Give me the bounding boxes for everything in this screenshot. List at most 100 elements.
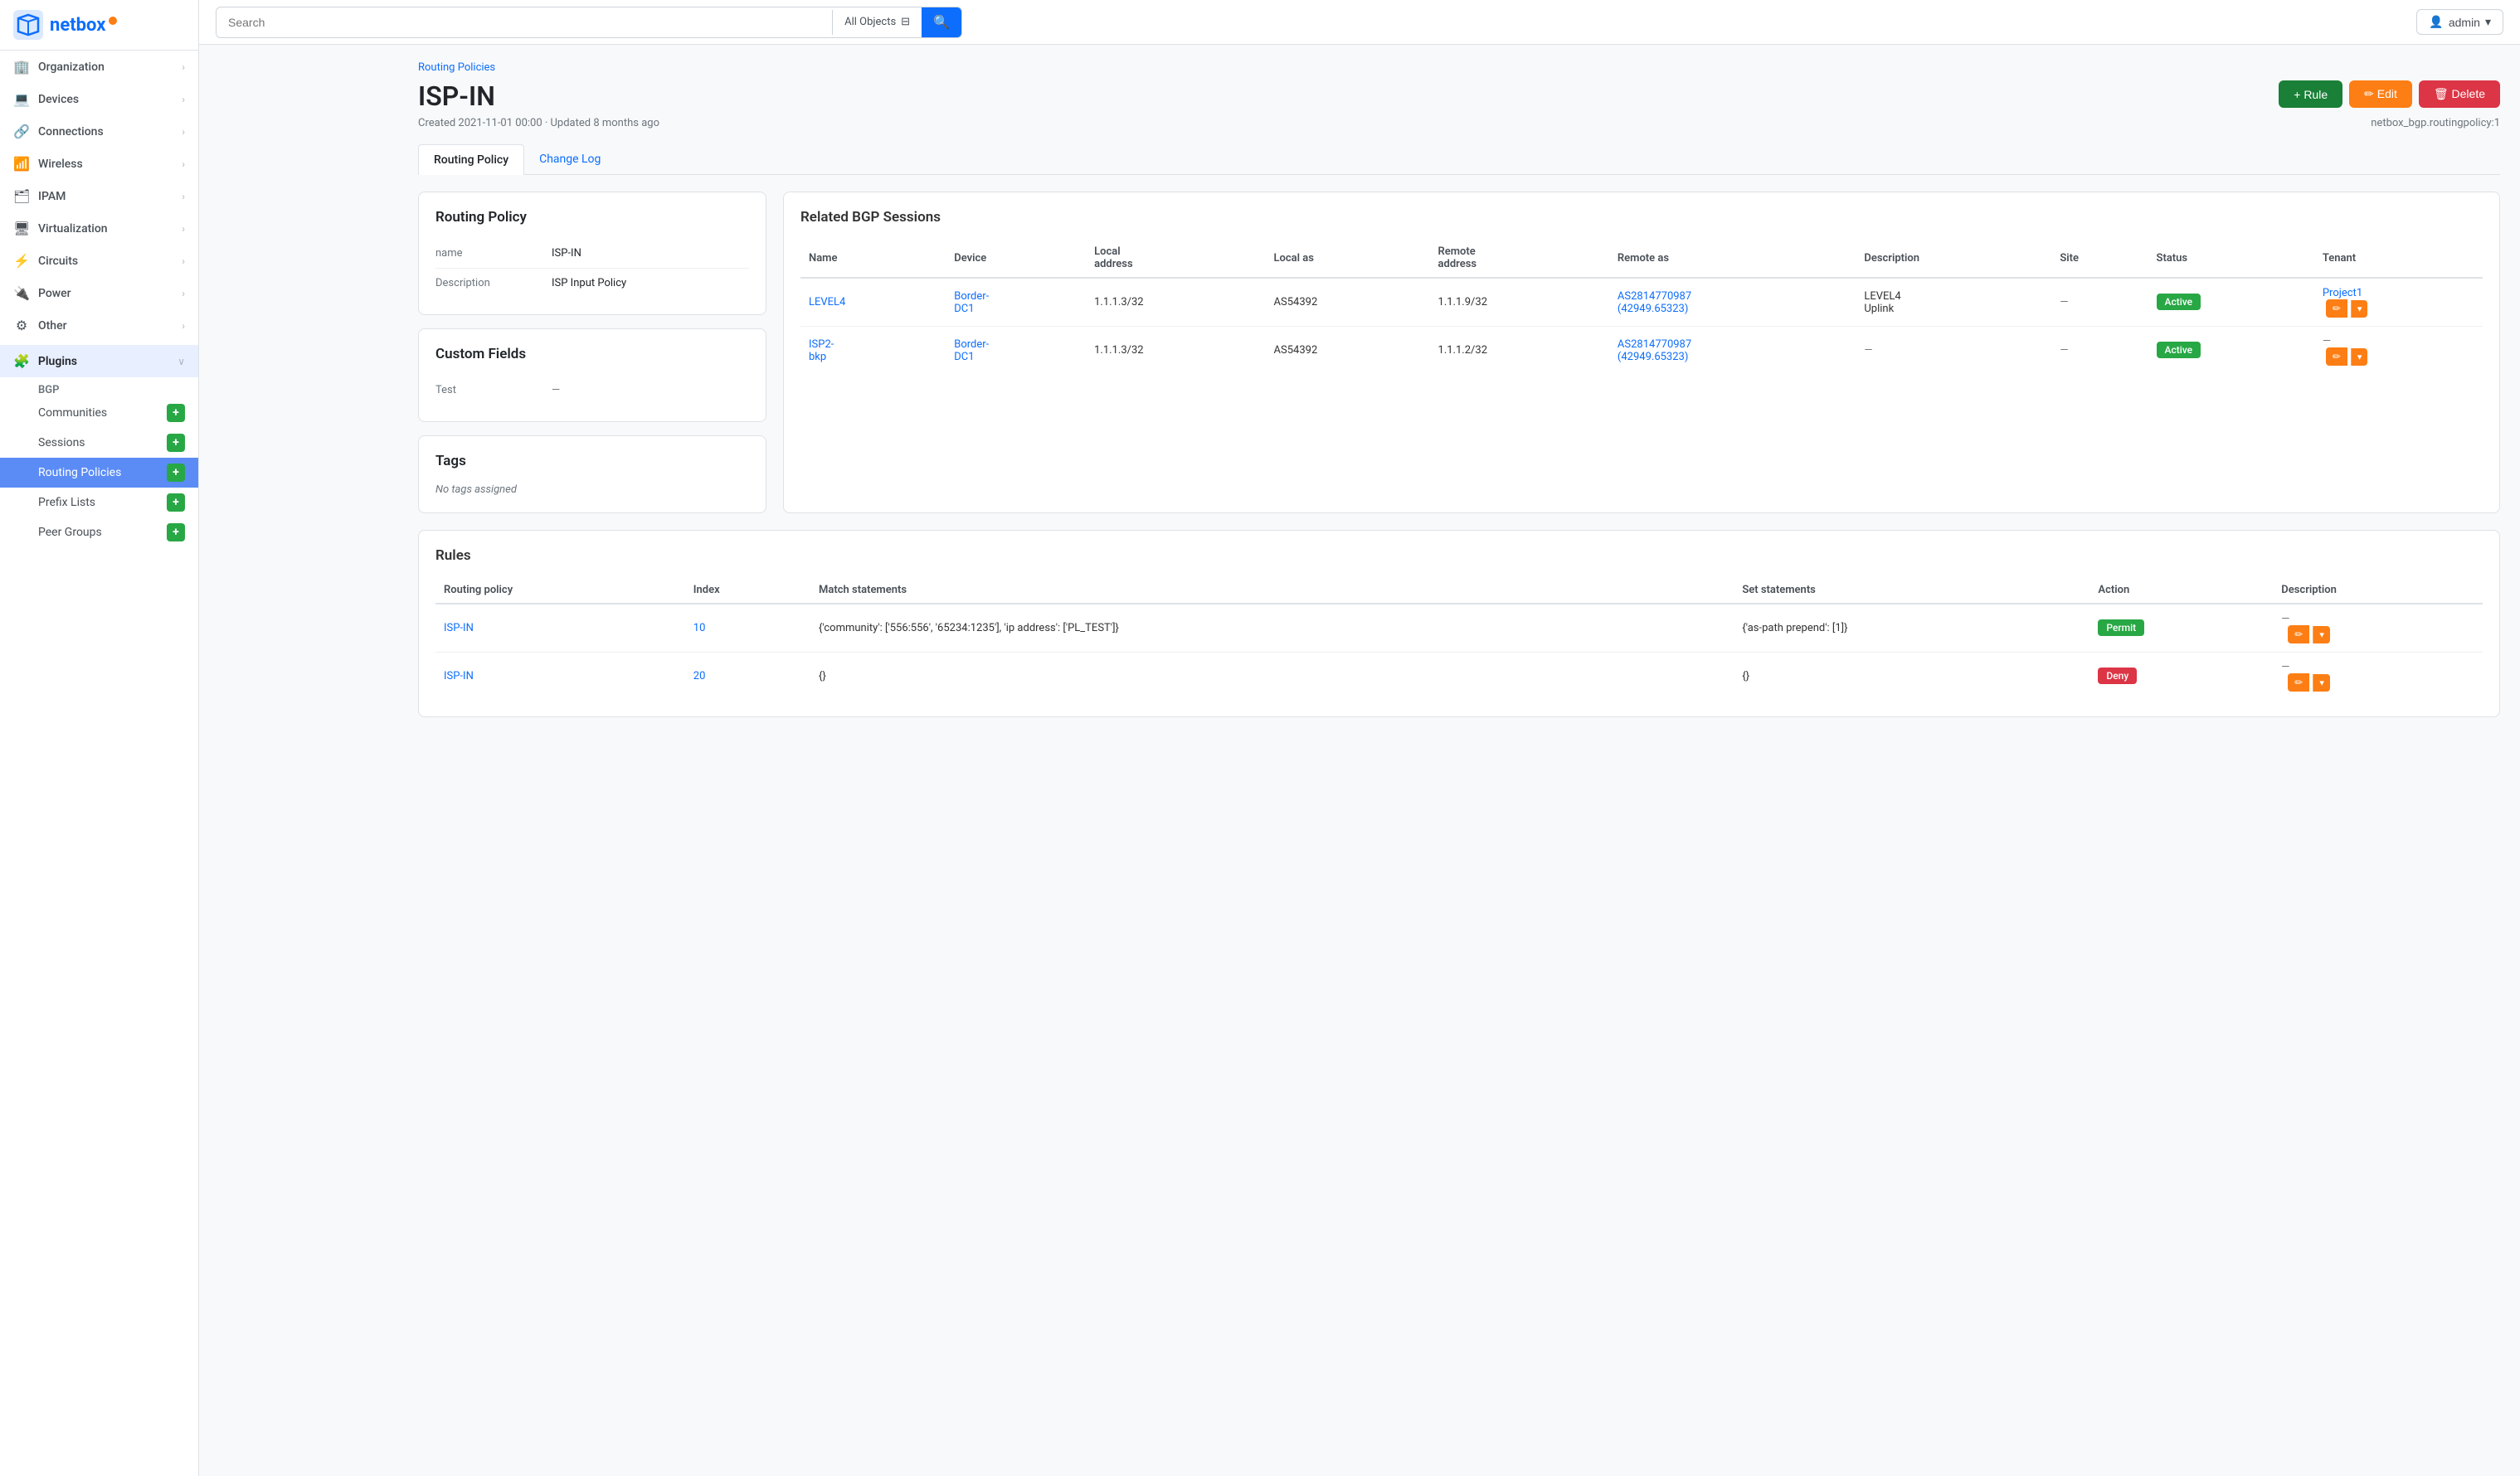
add-routing-policies-button[interactable]: + (167, 464, 185, 482)
sidebar-item-virtualization[interactable]: 🖥Virtualization › (0, 212, 198, 245)
search-button[interactable]: 🔍 (922, 7, 961, 37)
table-row: LEVEL4 Border-DC1 1.1.1.3/32 AS54392 1.1… (800, 278, 2483, 327)
sidebar-item-ipam[interactable]: 🗂 IPAM › (0, 180, 198, 212)
other-icon: ⚙ (13, 318, 30, 333)
topbar-right: 👤 admin ▾ (2416, 9, 2503, 35)
logo-container: netbox (0, 0, 198, 51)
local-as: AS54392 (1266, 278, 1430, 327)
add-rule-button[interactable]: + Rule (2279, 80, 2342, 108)
set-statements: {} (1734, 653, 2089, 701)
col-local-as: Local as (1266, 239, 1430, 278)
sidebar-item-label: Power (38, 287, 71, 300)
chevron-down-icon: ▾ (2485, 15, 2491, 29)
organization-icon: 🏢 (13, 59, 30, 75)
device-link[interactable]: Border-DC1 (954, 338, 989, 363)
sidebar-item-circuits[interactable]: ⚡Circuits › (0, 245, 198, 277)
sidebar-item-devices[interactable]: 💻Devices › (0, 83, 198, 115)
col-remote-as: Remote as (1609, 239, 1856, 278)
edit-row-button[interactable]: ✏ (2326, 299, 2347, 318)
rule-policy-link[interactable]: ISP-IN (444, 622, 474, 634)
row-dropdown-button[interactable]: ▾ (2313, 626, 2330, 643)
tenant-link[interactable]: Project1 (2323, 287, 2362, 299)
sidebar-item-label: Prefix Lists (38, 496, 95, 509)
rule-policy-link[interactable]: ISP-IN (444, 670, 474, 682)
power-icon: 🔌 (13, 285, 30, 301)
sidebar-item-wireless[interactable]: 📶Wireless › (0, 148, 198, 180)
col-action: Action (2089, 577, 2273, 604)
bgp-section-label: BGP (0, 377, 198, 398)
chevron-right-icon: › (182, 94, 185, 105)
edit-row-button[interactable]: ✏ (2288, 625, 2309, 643)
breadcrumb[interactable]: Routing Policies (418, 61, 2500, 74)
description: — (1856, 327, 2051, 375)
logo-text: netbox (50, 15, 105, 36)
sidebar-item-routing-policies[interactable]: Routing Policies + (0, 458, 198, 488)
plugins-header[interactable]: 🧩 Plugins ∨ (0, 345, 198, 377)
sidebar: netbox 🏢Organization › 💻Devices › 🔗Conne… (0, 0, 199, 1476)
add-sessions-button[interactable]: + (167, 434, 185, 452)
edit-row-button[interactable]: ✏ (2288, 673, 2309, 692)
ipam-icon: 🗂 (13, 188, 30, 204)
rule-index-link[interactable]: 20 (693, 670, 706, 682)
add-communities-button[interactable]: + (167, 404, 185, 422)
search-input[interactable] (216, 9, 832, 36)
local-as: AS54392 (1266, 327, 1430, 375)
row-dropdown-button[interactable]: ▾ (2351, 300, 2368, 318)
chevron-right-icon: › (182, 191, 185, 202)
sidebar-item-connections[interactable]: 🔗Connections › (0, 115, 198, 148)
edit-row-button[interactable]: ✏ (2326, 347, 2347, 366)
sidebar-item-sessions[interactable]: Sessions + (0, 428, 198, 458)
search-container: All Objects ⊟ 🔍 (216, 7, 962, 38)
add-prefix-lists-button[interactable]: + (167, 493, 185, 512)
circuits-icon: ⚡ (13, 253, 30, 269)
field-row-name: name ISP-IN (435, 239, 749, 269)
col-match-statements: Match statements (810, 577, 1734, 604)
remote-as-link[interactable]: AS2814770987(42949.65323) (1618, 290, 1691, 315)
sidebar-item-prefix-lists[interactable]: Prefix Lists + (0, 488, 198, 517)
routing-policy-card: Routing Policy name ISP-IN Description I… (418, 192, 766, 315)
tab-routing-policy[interactable]: Routing Policy (418, 144, 524, 175)
delete-button[interactable]: 🗑 Delete (2419, 80, 2500, 108)
sidebar-item-peer-groups[interactable]: Peer Groups + (0, 517, 198, 547)
sidebar-item-communities[interactable]: Communities + (0, 398, 198, 428)
row-actions: ✏ ▾ (2288, 625, 2474, 643)
row-actions: ✏ ▾ (2288, 673, 2474, 692)
row-actions: ✏ ▾ (2326, 299, 2474, 318)
sidebar-item-other[interactable]: ⚙Other › (0, 309, 198, 342)
plugins-icon: 🧩 (13, 353, 30, 369)
remote-as-link[interactable]: AS2814770987(42949.65323) (1618, 338, 1691, 363)
device-link[interactable]: Border-DC1 (954, 290, 989, 315)
topbar: All Objects ⊟ 🔍 👤 admin ▾ (199, 0, 2520, 45)
action-badge: Deny (2098, 668, 2137, 684)
field-label-test: Test (435, 384, 552, 396)
edit-button[interactable]: ✏ Edit (2349, 80, 2412, 108)
session-name-link[interactable]: ISP2-bkp (809, 338, 834, 363)
sidebar-item-power[interactable]: 🔌Power › (0, 277, 198, 309)
status-badge: Active (2157, 294, 2201, 310)
admin-menu-button[interactable]: 👤 admin ▾ (2416, 9, 2503, 35)
add-peer-groups-button[interactable]: + (167, 523, 185, 541)
search-filter-button[interactable]: All Objects ⊟ (833, 9, 922, 35)
rule-index-link[interactable]: 10 (693, 622, 706, 634)
tab-change-log[interactable]: Change Log (524, 144, 615, 175)
routing-policy-card-title: Routing Policy (435, 209, 749, 226)
filter-icon: ⊟ (901, 16, 910, 28)
sidebar-item-label: Peer Groups (38, 526, 102, 539)
session-name-link[interactable]: LEVEL4 (809, 296, 845, 308)
tabs: Routing Policy Change Log (418, 144, 2500, 175)
admin-label: admin (2449, 16, 2480, 29)
set-statements: {'as-path prepend': [1]} (1734, 604, 2089, 653)
user-icon: 👤 (2429, 15, 2443, 29)
sidebar-item-label: IPAM (38, 190, 66, 203)
sidebar-item-organization[interactable]: 🏢Organization › (0, 51, 198, 83)
sidebar-item-label: Virtualization (38, 222, 108, 235)
row-dropdown-button[interactable]: ▾ (2351, 348, 2368, 366)
filter-label: All Objects (844, 16, 896, 28)
col-set-statements: Set statements (1734, 577, 2089, 604)
logo-dot (109, 17, 117, 25)
bgp-sessions-title: Related BGP Sessions (800, 209, 2483, 226)
field-row-test: Test — (435, 376, 749, 405)
row-dropdown-button[interactable]: ▾ (2313, 674, 2330, 692)
sidebar-item-label: Connections (38, 125, 104, 138)
tags-title: Tags (435, 453, 749, 469)
